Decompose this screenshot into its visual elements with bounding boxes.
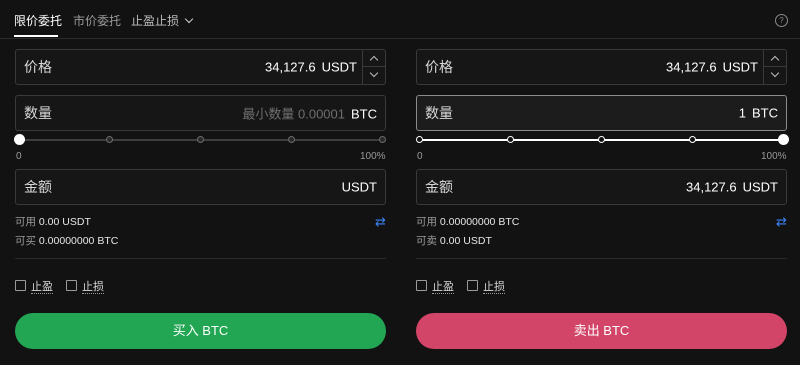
buy-price-number: 34,127.6: [265, 59, 316, 75]
sell-quantity-field[interactable]: 数量 1 BTC: [416, 95, 787, 131]
buy-quantity-label: 数量: [24, 105, 52, 121]
divider: [15, 258, 386, 259]
sell-available-value: 0.00000000 BTC: [439, 216, 520, 228]
sell-quantity-number: 1: [738, 105, 746, 121]
sell-amount-value: 34,127.6 USDT: [686, 180, 778, 195]
sell-available-label: 可用: [416, 216, 437, 228]
sell-take-profit-label: 止盈: [432, 281, 454, 294]
slider-min-label: 0: [417, 151, 423, 162]
buy-quantity-field[interactable]: 数量 最小数量 0.00001 BTC: [15, 95, 386, 131]
sell-price-number: 34,127.6: [666, 59, 717, 75]
sell-stop-loss-label: 止损: [483, 281, 505, 294]
slider-handle[interactable]: [14, 134, 25, 145]
sell-max: 可卖 0.00 USDT: [416, 233, 492, 248]
price-decrease-button[interactable]: [363, 67, 385, 84]
sell-quantity-slider[interactable]: [416, 133, 789, 147]
buy-take-profit-checkbox[interactable]: 止盈: [15, 278, 53, 294]
price-decrease-button[interactable]: [764, 67, 786, 84]
buy-price-value: 34,127.6 USDT: [265, 60, 357, 75]
slider-tick-100[interactable]: [379, 136, 386, 143]
slider-max-label: 100%: [360, 151, 386, 162]
chevron-up-icon: [369, 55, 379, 65]
sell-stop-loss-checkbox[interactable]: 止损: [467, 278, 505, 294]
slider-tick-50[interactable]: [197, 136, 204, 143]
slider-handle[interactable]: [777, 134, 789, 145]
sell-amount-number: 34,127.6: [686, 179, 737, 195]
slider-tick-0[interactable]: [416, 136, 423, 143]
checkbox-icon: [416, 280, 427, 291]
buy-max: 可买 0.00000000 BTC: [15, 233, 118, 248]
buy-max-value: 0.00000000 BTC: [38, 235, 119, 247]
buy-available-value: 0.00 USDT: [38, 216, 91, 228]
buy-take-profit-label: 止盈: [31, 281, 53, 294]
sell-price-unit: USDT: [722, 59, 758, 75]
buy-panel: 价格 34,127.6 USDT 数量 最小数量 0.00001 BTC 0 100…: [14, 0, 388, 365]
sell-button[interactable]: 卖出 BTC: [416, 313, 787, 349]
buy-available-label: 可用: [15, 216, 36, 228]
checkbox-icon: [15, 280, 26, 291]
slider-max-label: 100%: [761, 151, 787, 162]
buy-quantity-value: 最小数量 0.00001 BTC: [242, 104, 377, 123]
sell-quantity-label: 数量: [425, 105, 453, 121]
slider-tick-25[interactable]: [507, 136, 514, 143]
swap-icon[interactable]: ⇄: [375, 214, 386, 230]
sell-panel: 价格 34,127.6 USDT 数量 1 BTC 0 100% 金额 34,127…: [416, 0, 789, 365]
sell-max-value: 0.00 USDT: [439, 235, 492, 247]
buy-price-field[interactable]: 价格 34,127.6 USDT: [15, 49, 386, 85]
buy-amount-unit: USDT: [341, 179, 377, 195]
sell-amount-label: 金额: [425, 179, 453, 195]
sell-price-field[interactable]: 价格 34,127.6 USDT: [416, 49, 787, 85]
buy-quantity-slider[interactable]: [14, 133, 386, 147]
sell-amount-field[interactable]: 金额 34,127.6 USDT: [416, 169, 787, 205]
sell-quantity-unit: BTC: [752, 105, 778, 121]
buy-available: 可用 0.00 USDT: [15, 214, 91, 229]
divider: [416, 258, 787, 259]
slider-tick-75[interactable]: [288, 136, 295, 143]
price-increase-button[interactable]: [363, 50, 385, 67]
sell-price-value: 34,127.6 USDT: [666, 60, 758, 75]
buy-price-unit: USDT: [321, 59, 357, 75]
sell-quantity-value: 1 BTC: [739, 106, 778, 121]
slider-min-label: 0: [16, 151, 22, 162]
buy-price-label: 价格: [24, 59, 52, 75]
sell-price-stepper: [763, 50, 786, 84]
price-increase-button[interactable]: [764, 50, 786, 67]
chevron-down-icon: [369, 68, 379, 78]
slider-tick-25[interactable]: [106, 136, 113, 143]
buy-max-label: 可买: [15, 235, 36, 247]
buy-price-stepper: [362, 50, 385, 84]
chevron-down-icon: [770, 68, 780, 78]
checkbox-icon: [66, 280, 77, 291]
swap-icon[interactable]: ⇄: [776, 214, 787, 230]
buy-quantity-unit: BTC: [351, 106, 377, 122]
sell-max-label: 可卖: [416, 235, 437, 247]
buy-amount-value: USDT: [342, 180, 377, 195]
chevron-up-icon: [770, 55, 780, 65]
buy-stop-loss-label: 止损: [82, 281, 104, 294]
sell-price-label: 价格: [425, 59, 453, 75]
sell-amount-unit: USDT: [742, 179, 778, 195]
buy-button[interactable]: 买入 BTC: [15, 313, 386, 349]
buy-stop-loss-checkbox[interactable]: 止损: [66, 278, 104, 294]
slider-tick-75[interactable]: [689, 136, 696, 143]
slider-tick-50[interactable]: [598, 136, 605, 143]
buy-amount-label: 金额: [24, 179, 52, 195]
checkbox-icon: [467, 280, 478, 291]
buy-amount-field[interactable]: 金额 USDT: [15, 169, 386, 205]
sell-take-profit-checkbox[interactable]: 止盈: [416, 278, 454, 294]
sell-available: 可用 0.00000000 BTC: [416, 214, 519, 229]
buy-quantity-placeholder: 最小数量 0.00001: [242, 106, 345, 122]
